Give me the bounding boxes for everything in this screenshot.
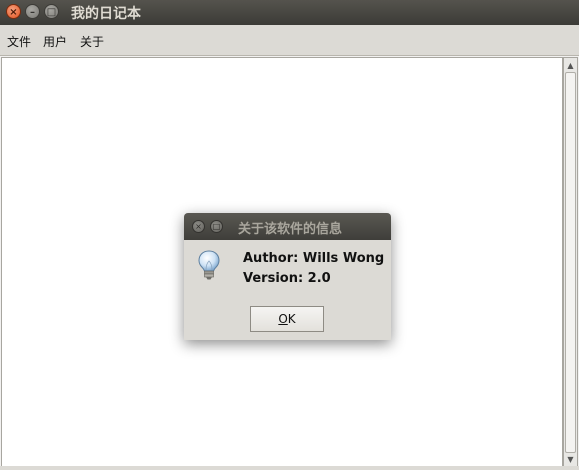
scroll-up-arrow-icon[interactable]: ▲ (566, 61, 575, 70)
window-title: 我的日记本 (71, 6, 141, 22)
dialog-title: 关于该软件的信息 (238, 222, 343, 237)
ok-button[interactable]: OK (250, 306, 324, 332)
window-maximize-button[interactable]: □ (44, 4, 59, 19)
menu-about[interactable]: 关于 (80, 33, 104, 50)
scrollbar-thumb[interactable] (565, 72, 576, 453)
menu-file[interactable]: 文件 (7, 33, 31, 50)
window-titlebar[interactable]: × – □ 我的日记本 (0, 0, 579, 25)
menubar: 文件 用户 关于 (0, 25, 579, 56)
scroll-down-arrow-icon[interactable]: ▼ (566, 455, 575, 464)
about-dialog: × □ 关于该软件的信息 Author: Wills Wong Version:… (184, 213, 391, 340)
dialog-version-line: Version: 2.0 (243, 271, 331, 286)
window-bottom-edge (0, 466, 579, 470)
window-minimize-button[interactable]: – (25, 4, 40, 19)
ok-button-label-rest: K (287, 312, 296, 326)
window-close-button[interactable]: × (6, 4, 21, 19)
vertical-scrollbar[interactable]: ▲ ▼ (563, 57, 578, 468)
menu-user[interactable]: 用户 (43, 33, 67, 50)
dialog-close-button[interactable]: × (192, 220, 205, 233)
dialog-titlebar[interactable]: × □ 关于该软件的信息 (184, 213, 391, 240)
dialog-author-line: Author: Wills Wong (243, 251, 385, 266)
ok-button-mnemonic: O (278, 312, 288, 326)
lightbulb-icon (198, 250, 220, 280)
dialog-maximize-button[interactable]: □ (210, 220, 223, 233)
